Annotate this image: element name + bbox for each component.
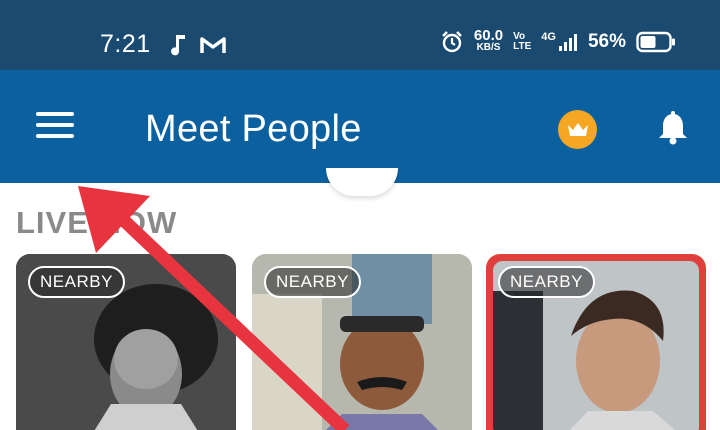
status-bar: 7:21 60.0 KB/S Vo LTE 4G 56% <box>0 0 720 70</box>
signal-bars-icon <box>558 34 577 51</box>
section-title-live-now: LIVE NOW <box>16 205 178 240</box>
profile-card-inner: NEARBY <box>493 261 699 430</box>
net-speed: 60.0 KB/S <box>473 27 504 54</box>
volte-indicator: Vo LTE <box>513 32 531 52</box>
profile-card[interactable]: NEARBY <box>252 254 472 430</box>
premium-crown-button[interactable] <box>558 110 597 149</box>
nearby-badge: NEARBY <box>28 266 125 298</box>
signal-icon: 4G <box>541 32 578 52</box>
nearby-badge: NEARBY <box>498 266 595 298</box>
profile-card-selected[interactable]: NEARBY <box>486 254 706 430</box>
page-title: Meet People <box>145 108 362 150</box>
battery-percent: 56% <box>587 31 626 52</box>
nearby-badge: NEARBY <box>264 266 361 298</box>
crown-icon <box>567 122 588 136</box>
status-time: 7:21 <box>100 30 151 58</box>
volte-bottom: LTE <box>513 41 532 52</box>
app-bar: Meet People <box>0 70 720 183</box>
net-speed-value: 60.0 <box>473 27 504 44</box>
status-right-group: 60.0 KB/S Vo LTE 4G 56% <box>440 27 676 54</box>
gmail-icon <box>200 37 226 53</box>
bell-icon <box>659 111 687 145</box>
profile-card[interactable]: NEARBY <box>16 254 236 430</box>
battery-icon <box>636 31 675 53</box>
alarm-icon <box>442 31 462 53</box>
pull-tab[interactable] <box>326 168 398 196</box>
network-type: 4G <box>541 31 556 43</box>
music-note-icon <box>171 35 185 56</box>
notifications-button[interactable] <box>655 110 691 146</box>
hamburger-menu-icon[interactable] <box>36 112 76 142</box>
net-speed-unit: KB/S <box>476 42 501 53</box>
